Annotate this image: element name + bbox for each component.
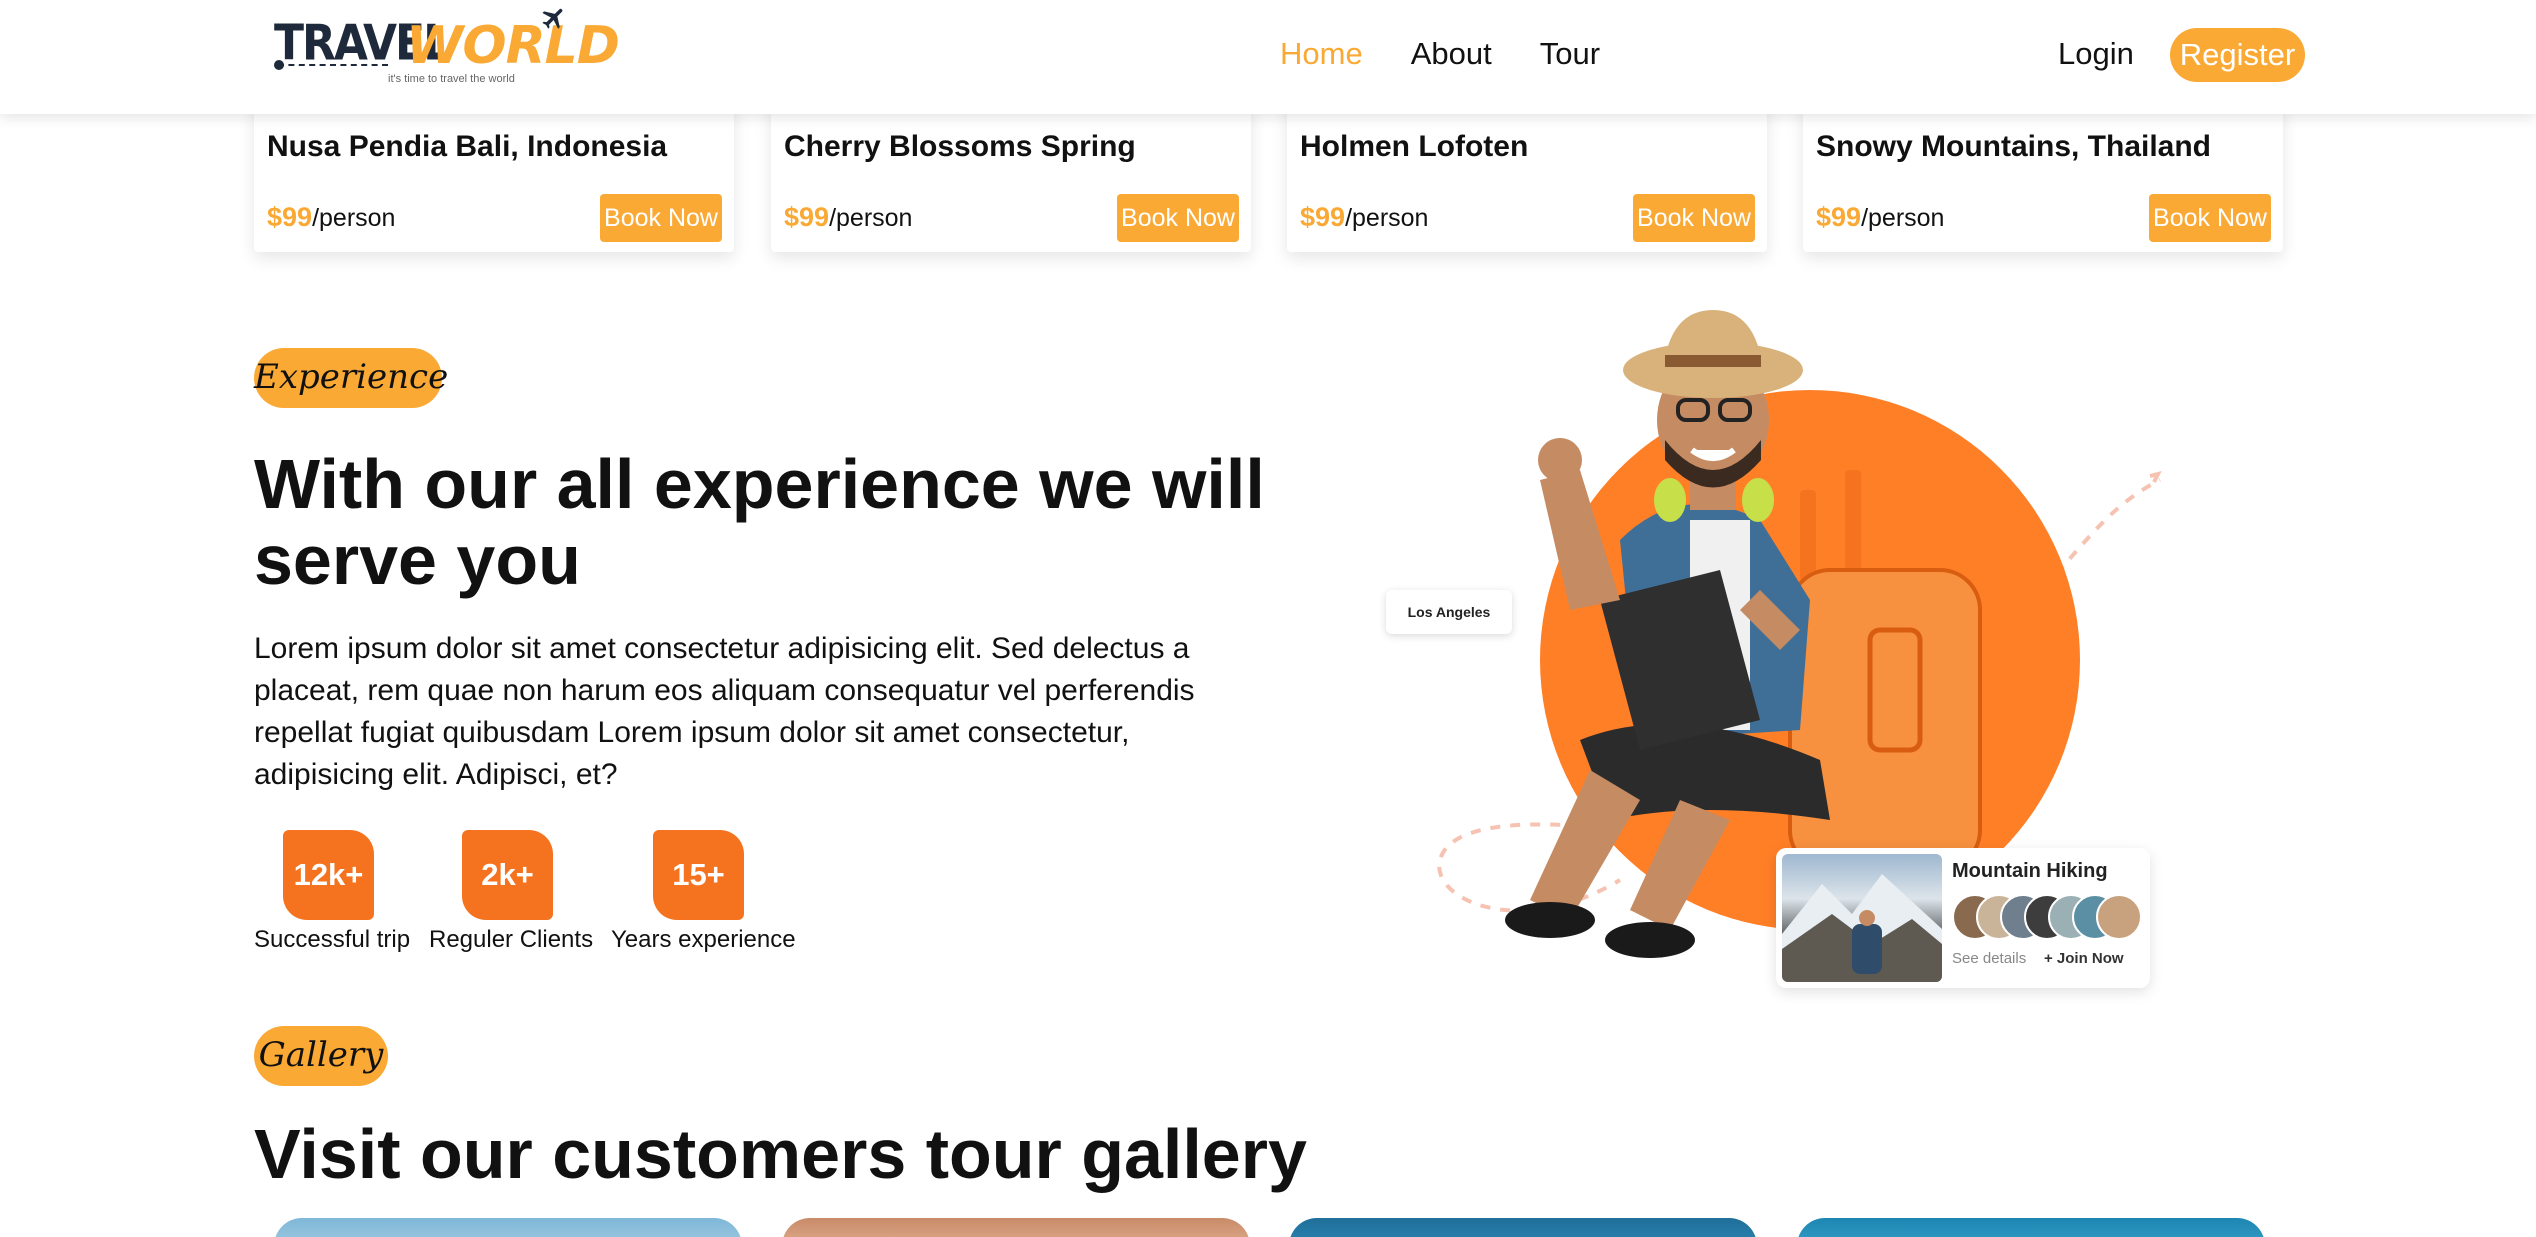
navbar: TRAVEL WORLD it's time to travel the wor… <box>0 0 2536 114</box>
tour-card[interactable]: Nusa Pendia Bali, Indonesia $99/person B… <box>254 100 734 252</box>
price-amount: $99 <box>267 202 313 232</box>
book-now-button[interactable]: Book Now <box>1117 194 1239 242</box>
tour-card-price: $99/person <box>1300 202 1428 233</box>
experience-subtitle-pill: Experience <box>254 348 448 408</box>
logo-flight-path <box>278 64 388 66</box>
join-now-link[interactable]: + Join Now <box>2044 950 2124 967</box>
tour-card-title[interactable]: Snowy Mountains, Thailand <box>1816 130 2211 164</box>
price-amount: $99 <box>784 202 830 232</box>
avatar <box>2096 894 2142 940</box>
airplane-icon <box>542 8 563 29</box>
price-unit: /person <box>829 204 913 232</box>
mountain-hiking-card[interactable]: Mountain Hiking See details + Join Now <box>1776 848 2150 988</box>
nav-tour-link[interactable]: Tour <box>1540 36 1600 72</box>
participant-avatars <box>1952 894 2142 940</box>
stat-clients-label: Reguler Clients <box>429 926 594 953</box>
tour-card[interactable]: Holmen Lofoten $99/person Book Now <box>1287 100 1767 252</box>
mountain-photo-graphic <box>1782 874 1942 982</box>
register-button[interactable]: Register <box>2170 28 2305 82</box>
price-unit: /person <box>312 204 396 232</box>
book-now-button[interactable]: Book Now <box>600 194 722 242</box>
gallery-image[interactable] <box>782 1218 1250 1237</box>
logo-tagline: it's time to travel the world <box>388 73 515 85</box>
gallery-subtitle-pill: Gallery <box>254 1026 388 1086</box>
gallery-image[interactable] <box>1289 1218 1757 1237</box>
book-now-button[interactable]: Book Now <box>1633 194 1755 242</box>
tour-card-title[interactable]: Holmen Lofoten <box>1300 130 1528 164</box>
price-unit: /person <box>1345 204 1429 232</box>
login-button[interactable]: Login <box>2058 36 2134 72</box>
book-now-button[interactable]: Book Now <box>2149 194 2271 242</box>
price-unit: /person <box>1861 204 1945 232</box>
tour-card-price: $99/person <box>267 202 395 233</box>
tour-card-price: $99/person <box>784 202 912 233</box>
experience-heading: With our all experience we will serve yo… <box>254 445 1265 599</box>
tour-card-title[interactable]: Cherry Blossoms Spring <box>784 130 1136 164</box>
gallery-image[interactable] <box>274 1218 742 1237</box>
stat-clients-value: 2k+ <box>462 830 553 920</box>
stat-successful-trip-value: 12k+ <box>283 830 374 920</box>
price-amount: $99 <box>1300 202 1346 232</box>
logo-text-world: WORLD <box>406 16 620 76</box>
tour-card[interactable]: Snowy Mountains, Thailand $99/person Boo… <box>1803 100 2283 252</box>
location-tag: Los Angeles <box>1386 590 1512 634</box>
experience-description: Lorem ipsum dolor sit amet consectetur a… <box>254 632 1195 791</box>
travelworld-logo[interactable]: TRAVEL WORLD it's time to travel the wor… <box>270 4 620 88</box>
price-amount: $99 <box>1816 202 1862 232</box>
gallery-heading: Visit our customers tour gallery <box>254 1115 1307 1193</box>
mountain-hiking-photo <box>1782 854 1942 982</box>
stat-years-label: Years experience <box>611 926 796 953</box>
stat-successful-trip-label: Successful trip <box>254 926 411 953</box>
tour-card-title[interactable]: Nusa Pendia Bali, Indonesia <box>267 130 667 164</box>
nav-about-link[interactable]: About <box>1411 36 1492 72</box>
nav-links: Home About Tour <box>1280 36 1600 72</box>
nav-home-link[interactable]: Home <box>1280 36 1363 72</box>
see-details-link[interactable]: See details <box>1952 950 2026 967</box>
tour-card-price: $99/person <box>1816 202 1944 233</box>
stat-years-value: 15+ <box>653 830 744 920</box>
tour-card[interactable]: Cherry Blossoms Spring $99/person Book N… <box>771 100 1251 252</box>
gallery-image[interactable] <box>1797 1218 2265 1237</box>
mountain-hiking-title: Mountain Hiking <box>1952 860 2108 882</box>
